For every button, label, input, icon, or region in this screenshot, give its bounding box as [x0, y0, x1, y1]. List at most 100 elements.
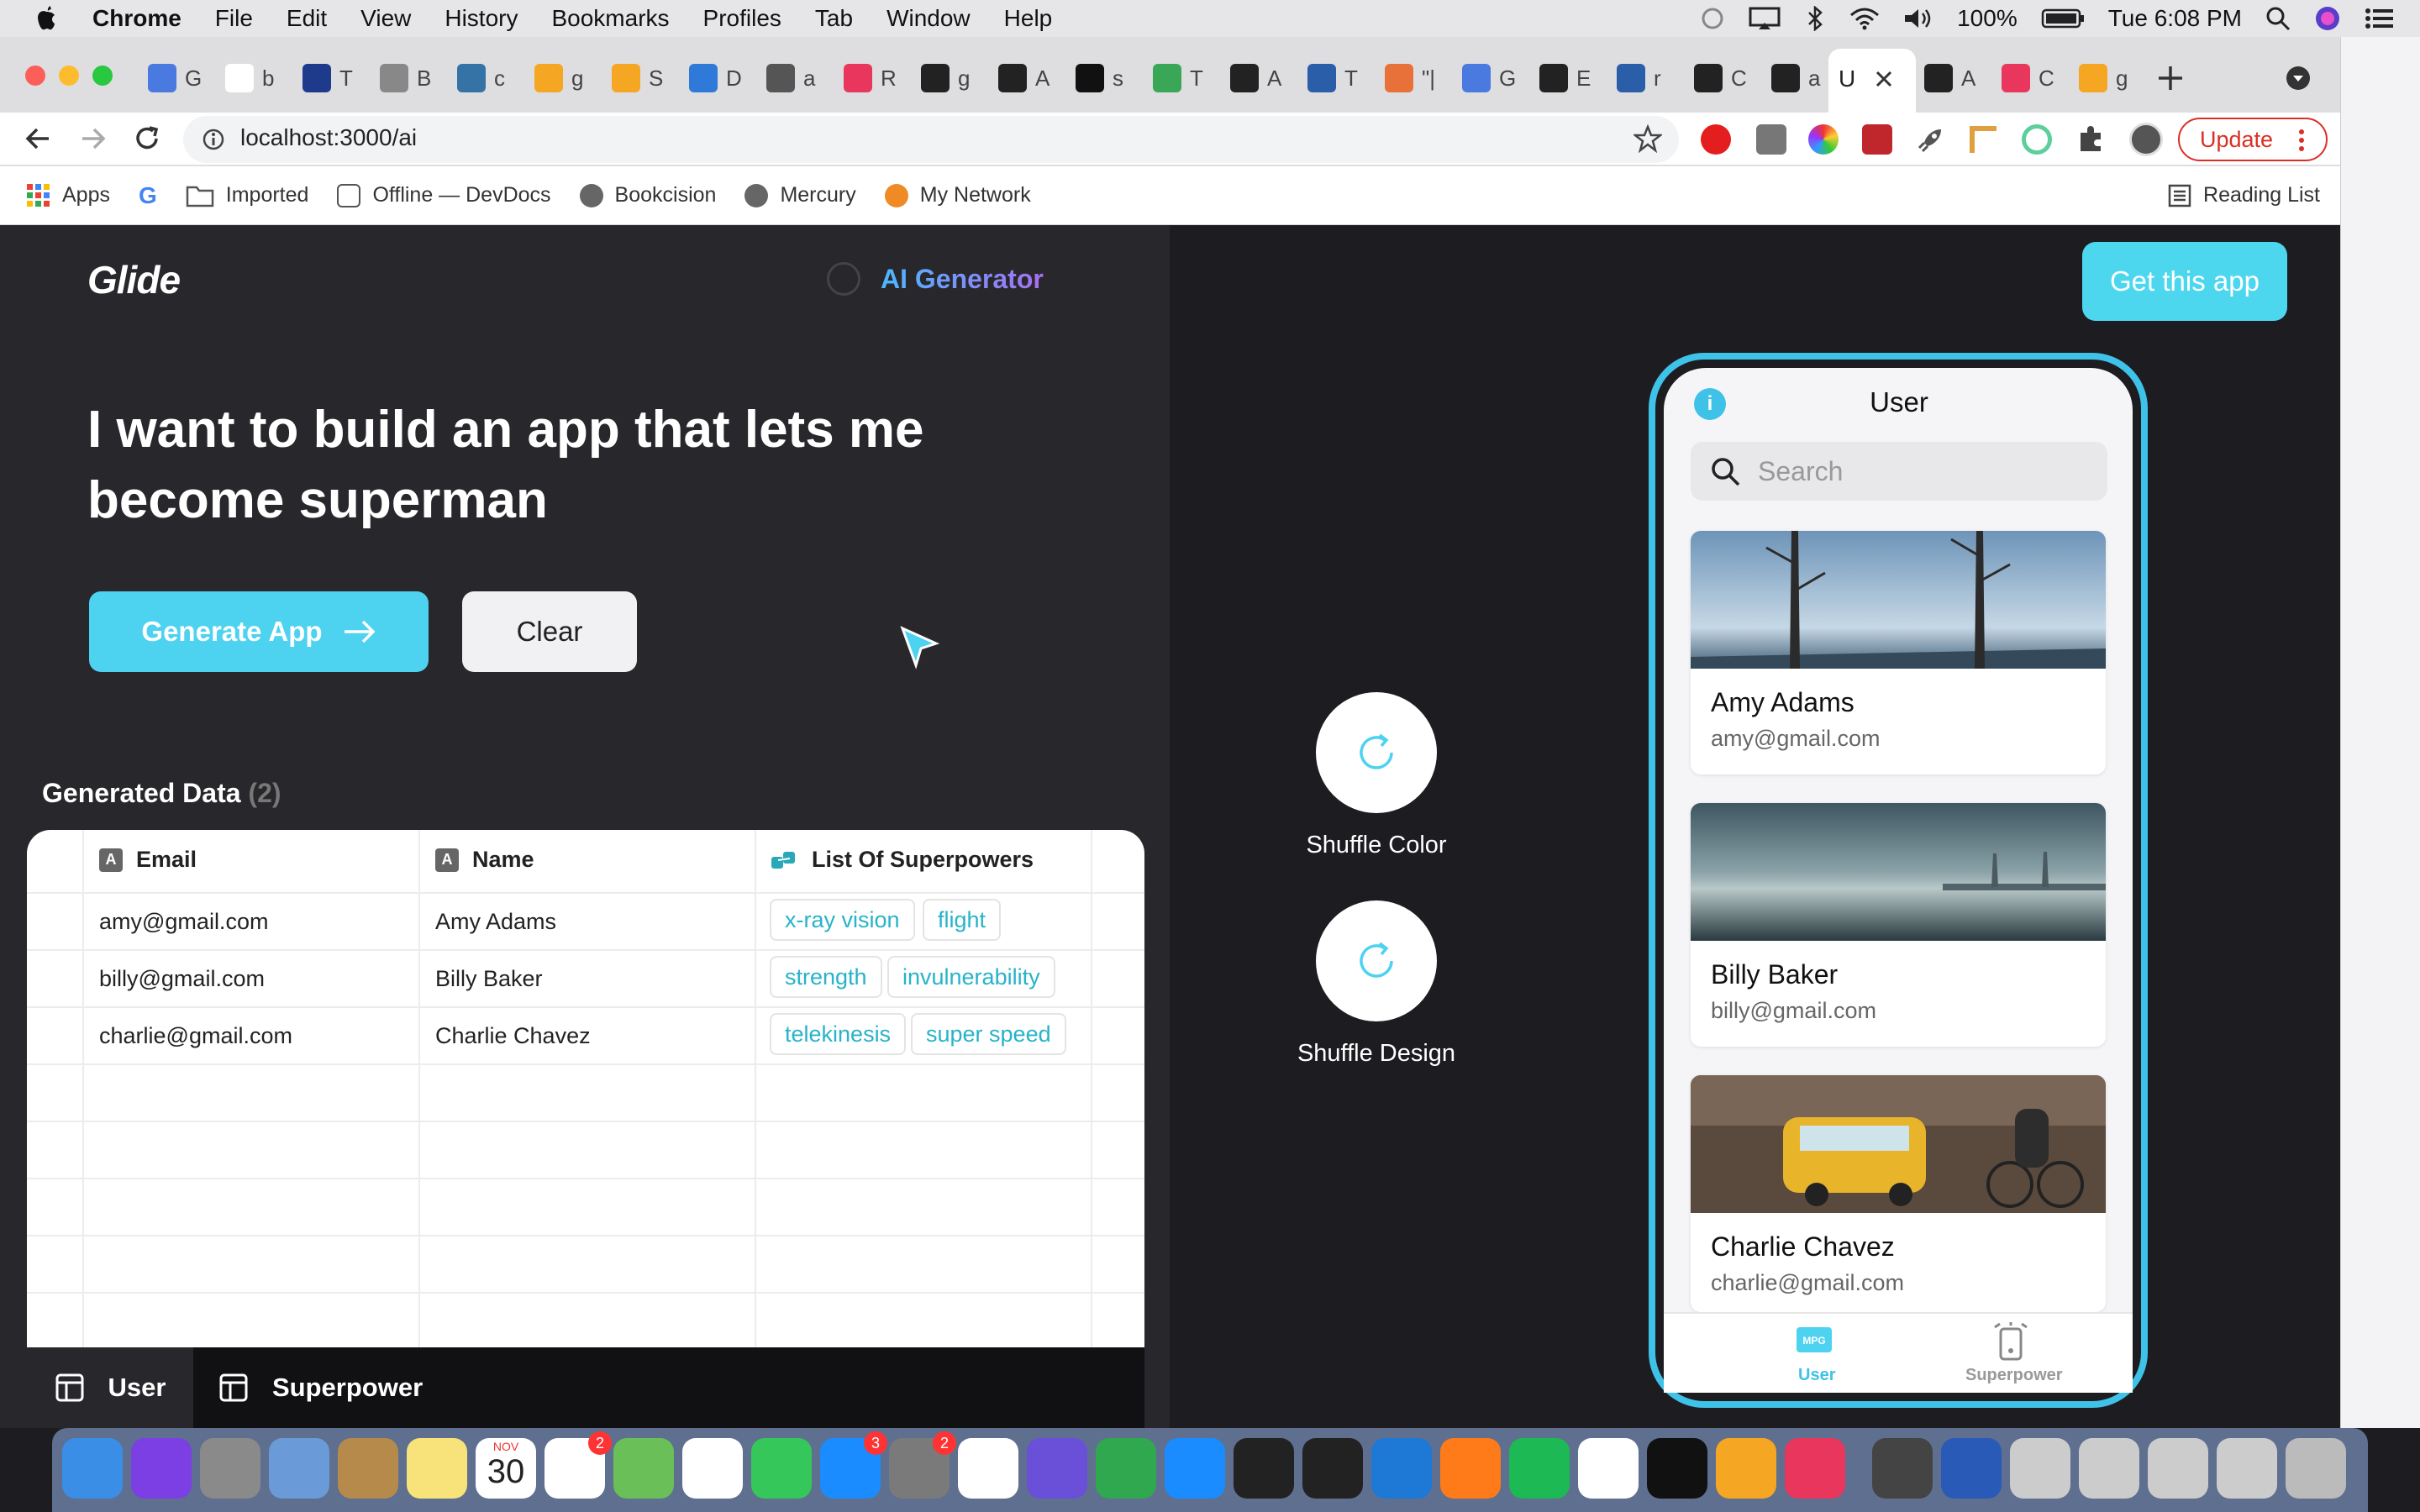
- close-tab-icon[interactable]: [1872, 67, 1896, 91]
- notion-icon[interactable]: [1647, 1438, 1707, 1499]
- cell-email[interactable]: charlie@gmail.com: [99, 1023, 292, 1049]
- cell-name[interactable]: Charlie Chavez: [435, 1023, 591, 1049]
- superpower-tab-icon[interactable]: [1991, 1320, 2030, 1362]
- tab-favicon-icon[interactable]: [921, 64, 950, 92]
- tab-title[interactable]: g: [958, 66, 970, 92]
- generate-app-button[interactable]: Generate App: [89, 591, 429, 672]
- user-card[interactable]: Charlie Chavez charlie@gmail.com: [1691, 1075, 2106, 1312]
- tab-title[interactable]: r: [1654, 66, 1661, 92]
- tab-superpower[interactable]: Superpower: [218, 1347, 462, 1428]
- tab-favicon-icon[interactable]: [1694, 64, 1723, 92]
- tab-title[interactable]: G: [1499, 66, 1516, 92]
- spotify-icon[interactable]: [1509, 1438, 1570, 1499]
- app-store-icon[interactable]: 3: [820, 1431, 887, 1499]
- phone-tab-superpower-label[interactable]: Superpower: [1965, 1366, 2063, 1385]
- info-icon[interactable]: i: [1694, 388, 1726, 420]
- launchpad-icon[interactable]: [200, 1438, 260, 1499]
- maximize-window-button[interactable]: [92, 66, 113, 86]
- superpower-chip[interactable]: x-ray vision: [770, 899, 915, 941]
- tab-favicon-icon[interactable]: [844, 64, 872, 92]
- active-tab[interactable]: U: [1828, 49, 1916, 119]
- shuffle-color-button[interactable]: [1316, 692, 1437, 813]
- superpower-chip[interactable]: telekinesis: [770, 1013, 907, 1055]
- tab-favicon-icon[interactable]: [380, 64, 408, 92]
- activity-monitor-icon[interactable]: [1302, 1438, 1363, 1499]
- bookmark-imported[interactable]: Imported: [186, 183, 308, 207]
- site-info-icon[interactable]: [202, 128, 225, 151]
- tab-favicon-icon[interactable]: [1307, 64, 1336, 92]
- phone-search-input[interactable]: [1691, 442, 2107, 501]
- close-window-button[interactable]: [25, 66, 45, 86]
- color-picker-extension-icon[interactable]: [1808, 124, 1839, 155]
- tab-favicon-icon[interactable]: [689, 64, 718, 92]
- tab-title[interactable]: g: [2116, 66, 2128, 92]
- menu-tab[interactable]: Tab: [815, 5, 853, 32]
- chrome-icon[interactable]: [958, 1438, 1018, 1499]
- tab-title[interactable]: E: [1576, 66, 1591, 92]
- tab-title[interactable]: A: [1961, 66, 1975, 92]
- spotlight-search-icon[interactable]: [2265, 6, 2291, 31]
- superpower-chip[interactable]: super speed: [911, 1013, 1066, 1055]
- bookmark-devdocs[interactable]: Offline — DevDocs: [337, 183, 551, 207]
- facetime-icon[interactable]: [751, 1438, 812, 1499]
- menu-file[interactable]: File: [215, 5, 253, 32]
- tab-title[interactable]: T: [339, 66, 353, 92]
- vscode-icon[interactable]: [1371, 1438, 1432, 1499]
- wifi-icon[interactable]: [1849, 7, 1880, 30]
- minimize-window-button[interactable]: [59, 66, 79, 86]
- bookmark-star-icon[interactable]: [1634, 124, 1662, 153]
- get-this-app-button[interactable]: Get this app: [2082, 242, 2287, 321]
- extensions-puzzle-icon[interactable]: [2075, 124, 2106, 155]
- contacts-icon[interactable]: [338, 1438, 398, 1499]
- tab-title[interactable]: a: [1808, 66, 1820, 92]
- tab-favicon-icon[interactable]: [1385, 64, 1413, 92]
- tab-title[interactable]: B: [417, 66, 431, 92]
- bookmark-apps[interactable]: Apps: [27, 183, 110, 207]
- sync-icon[interactable]: [1700, 6, 1725, 31]
- tab-title[interactable]: T: [1344, 66, 1358, 92]
- maps-icon[interactable]: [613, 1438, 674, 1499]
- mail-icon[interactable]: [269, 1438, 329, 1499]
- menu-window[interactable]: Window: [886, 5, 971, 32]
- superpower-chip[interactable]: invulnerability: [887, 956, 1055, 998]
- cell-email[interactable]: amy@gmail.com: [99, 909, 268, 935]
- siri-icon[interactable]: [131, 1438, 192, 1499]
- tab-title[interactable]: C: [1731, 66, 1747, 92]
- more-menu-icon[interactable]: [2297, 128, 2306, 153]
- bookmark-google[interactable]: G: [139, 182, 157, 209]
- window-thumbnail-icon[interactable]: [2010, 1438, 2070, 1499]
- tab-title[interactable]: R: [881, 66, 897, 92]
- tab-title[interactable]: D: [726, 66, 742, 92]
- prompt-headline[interactable]: I want to build an app that lets me beco…: [87, 395, 1079, 536]
- menu-bookmarks[interactable]: Bookmarks: [551, 5, 669, 32]
- superpower-chip[interactable]: strength: [770, 956, 882, 998]
- calendar-icon[interactable]: NOV 30: [476, 1438, 536, 1499]
- user-card[interactable]: Billy Baker billy@gmail.com: [1691, 803, 2106, 1047]
- tab-favicon-icon[interactable]: [457, 64, 486, 92]
- screencast-icon[interactable]: [1785, 1438, 1845, 1499]
- photos-icon[interactable]: [682, 1438, 743, 1499]
- window-thumbnail-icon[interactable]: [1941, 1438, 2002, 1499]
- system-preferences-icon[interactable]: 2: [889, 1431, 956, 1499]
- bluetooth-icon[interactable]: [1804, 6, 1826, 31]
- tab-favicon-icon[interactable]: [1230, 64, 1259, 92]
- tab-favicon-icon[interactable]: [1617, 64, 1645, 92]
- menubar-clock[interactable]: Tue 6:08 PM: [2108, 5, 2242, 32]
- tab-title[interactable]: T: [1190, 66, 1203, 92]
- update-button[interactable]: Update: [2178, 118, 2328, 161]
- tab-title[interactable]: g: [571, 66, 583, 92]
- obsidian-icon[interactable]: [1027, 1438, 1087, 1499]
- firefox-icon[interactable]: [1440, 1438, 1501, 1499]
- menu-edit[interactable]: Edit: [287, 5, 327, 32]
- tab-favicon-icon[interactable]: [1539, 64, 1568, 92]
- window-thumbnail-icon[interactable]: [2079, 1438, 2139, 1499]
- menu-history[interactable]: History: [445, 5, 518, 32]
- reading-list-button[interactable]: Reading List: [2168, 183, 2320, 207]
- extension-icon[interactable]: [1756, 124, 1786, 155]
- url-text[interactable]: localhost:3000/ai: [240, 124, 417, 151]
- volume-icon[interactable]: [1903, 7, 1933, 30]
- bookmark-my-network[interactable]: My Network: [884, 183, 1031, 207]
- tab-favicon-icon[interactable]: [1462, 64, 1491, 92]
- user-tab-icon[interactable]: MPG: [1795, 1326, 1833, 1354]
- column-header-name[interactable]: A Name: [435, 847, 534, 873]
